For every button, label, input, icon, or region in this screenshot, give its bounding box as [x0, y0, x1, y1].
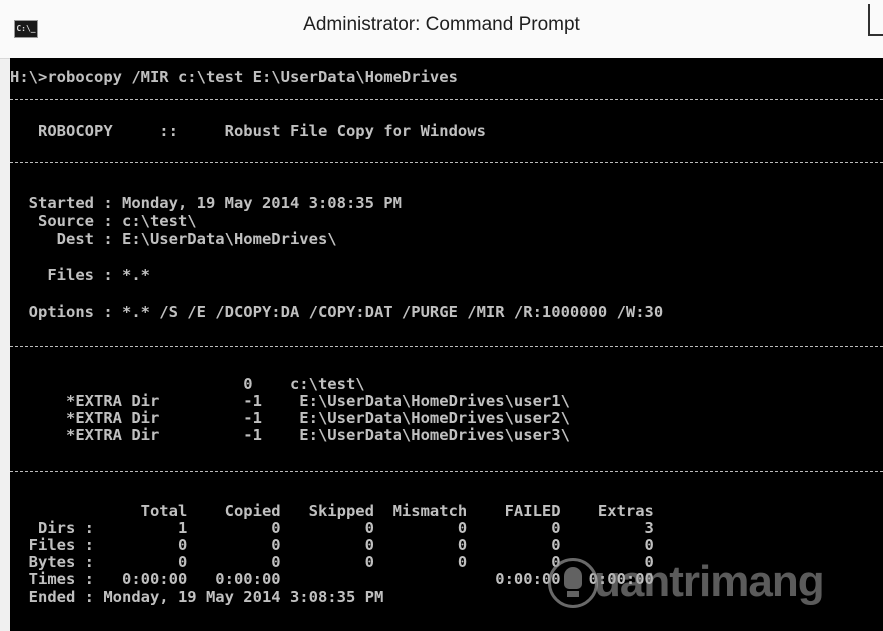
- files-line: Files : *.*: [10, 266, 150, 284]
- extra-dir-line: *EXTRA Dir -1 E:\UserData\HomeDrives\use…: [10, 409, 570, 427]
- divider-line: [10, 99, 883, 100]
- watermark-text: uantrimang: [594, 557, 825, 606]
- options-line: Options : *.* /S /E /DCOPY:DA /COPY:DAT …: [10, 303, 664, 321]
- robocopy-header: ROBOCOPY :: Robust File Copy for Windows: [10, 122, 486, 140]
- lightbulb-bulb: [564, 567, 582, 589]
- started-line: Started : Monday, 19 May 2014 3:08:35 PM: [10, 194, 402, 212]
- window-title: Administrator: Command Prompt: [303, 14, 580, 35]
- lightbulb-base: [567, 591, 579, 597]
- summary-files-row: Files : 0 0 0 0 0 0: [10, 536, 654, 554]
- source-line: Source : c:\test\: [10, 212, 197, 230]
- command-line: H:\>robocopy /MIR c:\test E:\UserData\Ho…: [10, 68, 458, 86]
- extra-dir-line: *EXTRA Dir -1 E:\UserData\HomeDrives\use…: [10, 426, 570, 444]
- extra-dir-line: *EXTRA Dir -1 E:\UserData\HomeDrives\use…: [10, 392, 570, 410]
- divider-line: [10, 471, 883, 472]
- window-edge-fragment: [868, 4, 883, 36]
- divider-line: [10, 162, 883, 163]
- divider-line: [10, 346, 883, 347]
- dir-line-source: 0 c:\test\: [10, 375, 365, 393]
- summary-header: Total Copied Skipped Mismatch FAILED Ext…: [10, 502, 654, 520]
- dest-line: Dest : E:\UserData\HomeDrives\: [10, 230, 337, 248]
- title-bar[interactable]: C:\_ Administrator: Command Prompt: [0, 0, 883, 59]
- summary-dirs-row: Dirs : 1 0 0 0 0 3: [10, 519, 654, 537]
- ended-line: Ended : Monday, 19 May 2014 3:08:35 PM: [10, 588, 384, 606]
- console-output[interactable]: H:\>robocopy /MIR c:\test E:\UserData\Ho…: [10, 58, 883, 631]
